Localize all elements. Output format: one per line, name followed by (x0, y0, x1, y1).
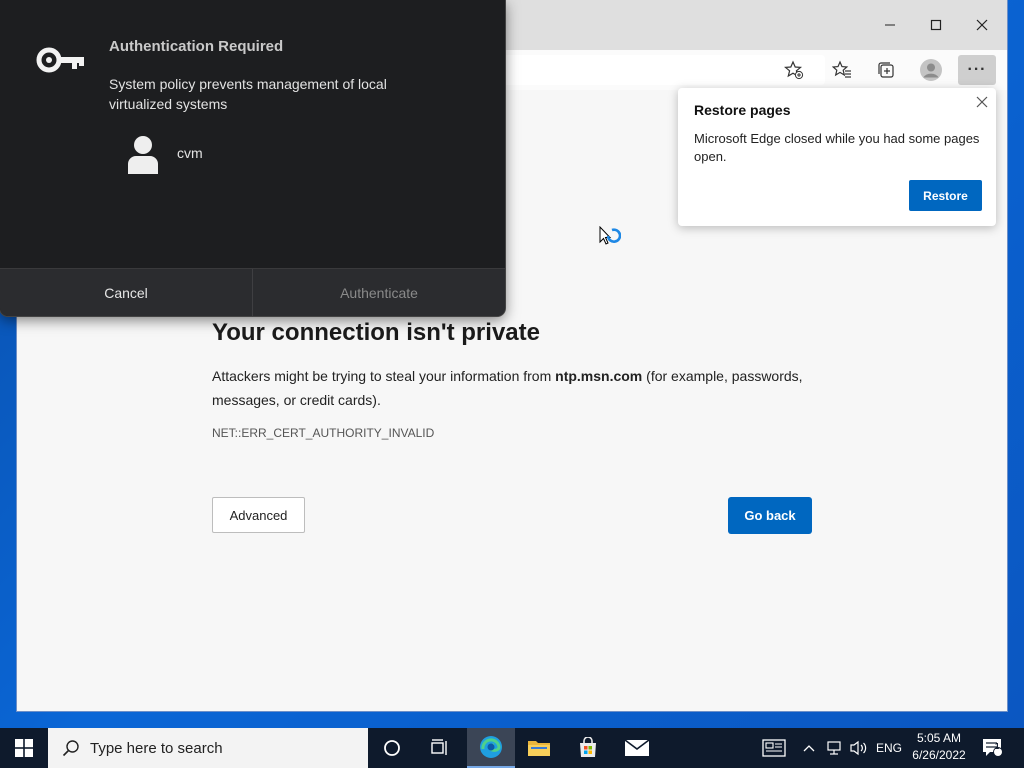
authentication-dialog: Authentication Required System policy pr… (0, 0, 505, 316)
close-icon (976, 19, 988, 31)
cortana-icon (384, 740, 400, 756)
authenticate-button[interactable]: Authenticate (253, 269, 505, 316)
auth-username: cvm (177, 145, 203, 161)
favorites-icon (832, 60, 851, 78)
mail-icon (624, 739, 650, 756)
minimize-icon (885, 24, 895, 26)
collections-icon (878, 62, 894, 78)
restore-pages-popup: Restore pages Microsoft Edge closed whil… (678, 88, 996, 226)
restore-popup-title: Restore pages (694, 102, 791, 118)
taskbar: Type here to search ENG 5:05 AM 6/26/202… (0, 728, 1024, 768)
more-button[interactable]: ··· (958, 55, 996, 85)
windows-logo-icon (15, 739, 33, 757)
auth-dialog-title: Authentication Required (109, 38, 284, 55)
taskbar-store-button[interactable] (564, 728, 612, 768)
start-button[interactable] (0, 728, 48, 768)
error-code: NET::ERR_CERT_AUTHORITY_INVALID (212, 426, 435, 440)
go-back-button[interactable]: Go back (728, 497, 812, 534)
news-icon (762, 739, 786, 757)
action-center-button[interactable]: 1 (982, 728, 1004, 768)
error-domain: ntp.msn.com (555, 368, 643, 384)
taskbar-search-box[interactable]: Type here to search (48, 728, 368, 768)
taskbar-edge-button[interactable] (467, 728, 515, 768)
advanced-button[interactable]: Advanced (212, 497, 305, 533)
profile-button[interactable] (916, 56, 946, 84)
taskbar-file-explorer-button[interactable] (515, 728, 563, 768)
folder-icon (528, 741, 550, 756)
task-view-icon (431, 739, 447, 755)
cancel-button[interactable]: Cancel (0, 269, 253, 316)
news-widget[interactable] (762, 728, 786, 768)
user-icon (128, 136, 158, 174)
maximize-button[interactable] (913, 6, 959, 44)
auth-dialog-buttons: Cancel Authenticate (0, 268, 505, 316)
clock-date: 6/26/2022 (912, 748, 966, 762)
minimize-button[interactable] (867, 6, 913, 44)
store-icon (580, 737, 596, 757)
taskbar-mail-button[interactable] (613, 728, 661, 768)
favorites-button[interactable] (827, 56, 857, 84)
restore-button[interactable]: Restore (909, 180, 982, 211)
cortana-button[interactable] (368, 728, 416, 768)
page-title: Your connection isn't private (212, 319, 540, 346)
auth-dialog-message: System policy prevents management of loc… (109, 76, 387, 112)
taskbar-clock[interactable]: 5:05 AM 6/26/2022 (904, 730, 974, 764)
favorite-add-icon (784, 60, 804, 80)
clock-time: 5:05 AM (916, 731, 962, 745)
close-icon (976, 96, 988, 108)
volume-button[interactable] (849, 728, 869, 768)
error-description: Attackers might be trying to steal your … (212, 364, 822, 412)
profile-icon (920, 59, 942, 81)
edge-icon (480, 736, 502, 758)
search-icon (62, 740, 79, 757)
close-window-button[interactable] (959, 6, 1005, 44)
key-icon (36, 47, 84, 73)
collections-button[interactable] (871, 56, 901, 84)
restore-popup-body: Microsoft Edge closed while you had some… (694, 131, 980, 164)
show-hidden-icons-button[interactable] (803, 728, 815, 768)
busy-cursor-icon (599, 226, 621, 245)
notification-icon (983, 739, 1003, 757)
language-indicator: ENG (876, 741, 903, 755)
favorite-add-button[interactable] (779, 56, 809, 84)
search-placeholder: Type here to search (90, 739, 223, 757)
error-description-prefix: Attackers might be trying to steal your … (212, 368, 556, 384)
more-icon: ··· (967, 61, 987, 78)
network-button[interactable] (826, 728, 844, 768)
chevron-up-icon (803, 745, 815, 752)
maximize-icon (930, 19, 942, 31)
network-icon (827, 741, 841, 755)
speaker-icon (850, 740, 867, 756)
restore-popup-close-button[interactable] (973, 93, 991, 111)
input-language-button[interactable]: ENG (876, 728, 902, 768)
task-view-button[interactable] (416, 728, 464, 768)
notification-count: 1 (995, 742, 1000, 751)
